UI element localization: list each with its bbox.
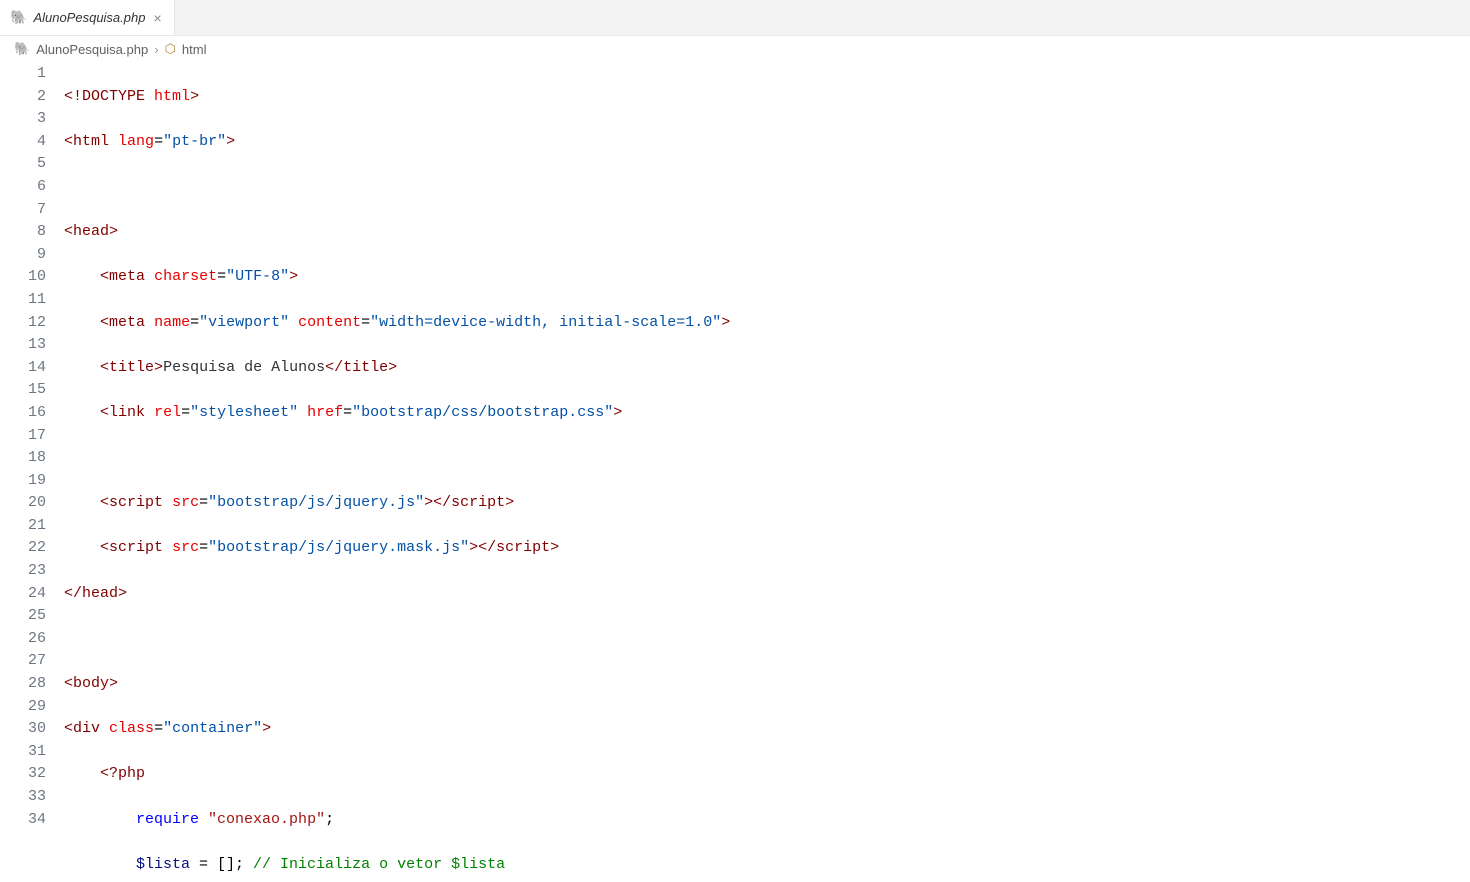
chevron-right-icon: › xyxy=(154,42,158,57)
code-content[interactable]: <!DOCTYPE html> <html lang="pt-br"> <hea… xyxy=(64,62,1470,882)
php-icon: 🐘 xyxy=(10,9,27,26)
breadcrumb-symbol[interactable]: html xyxy=(182,42,207,57)
line-gutter: 1234567891011121314151617181920212223242… xyxy=(0,62,64,882)
close-icon[interactable]: × xyxy=(151,10,163,26)
breadcrumb-file[interactable]: AlunoPesquisa.php xyxy=(36,42,148,57)
tab-filename: AlunoPesquisa.php xyxy=(33,10,145,25)
editor-tab[interactable]: 🐘 AlunoPesquisa.php × xyxy=(0,0,175,35)
tab-bar: 🐘 AlunoPesquisa.php × xyxy=(0,0,1470,36)
symbol-icon: ⬡ xyxy=(165,41,176,57)
php-icon: 🐘 xyxy=(14,41,30,57)
code-editor[interactable]: 1234567891011121314151617181920212223242… xyxy=(0,62,1470,882)
breadcrumb: 🐘 AlunoPesquisa.php › ⬡ html xyxy=(0,36,1470,62)
